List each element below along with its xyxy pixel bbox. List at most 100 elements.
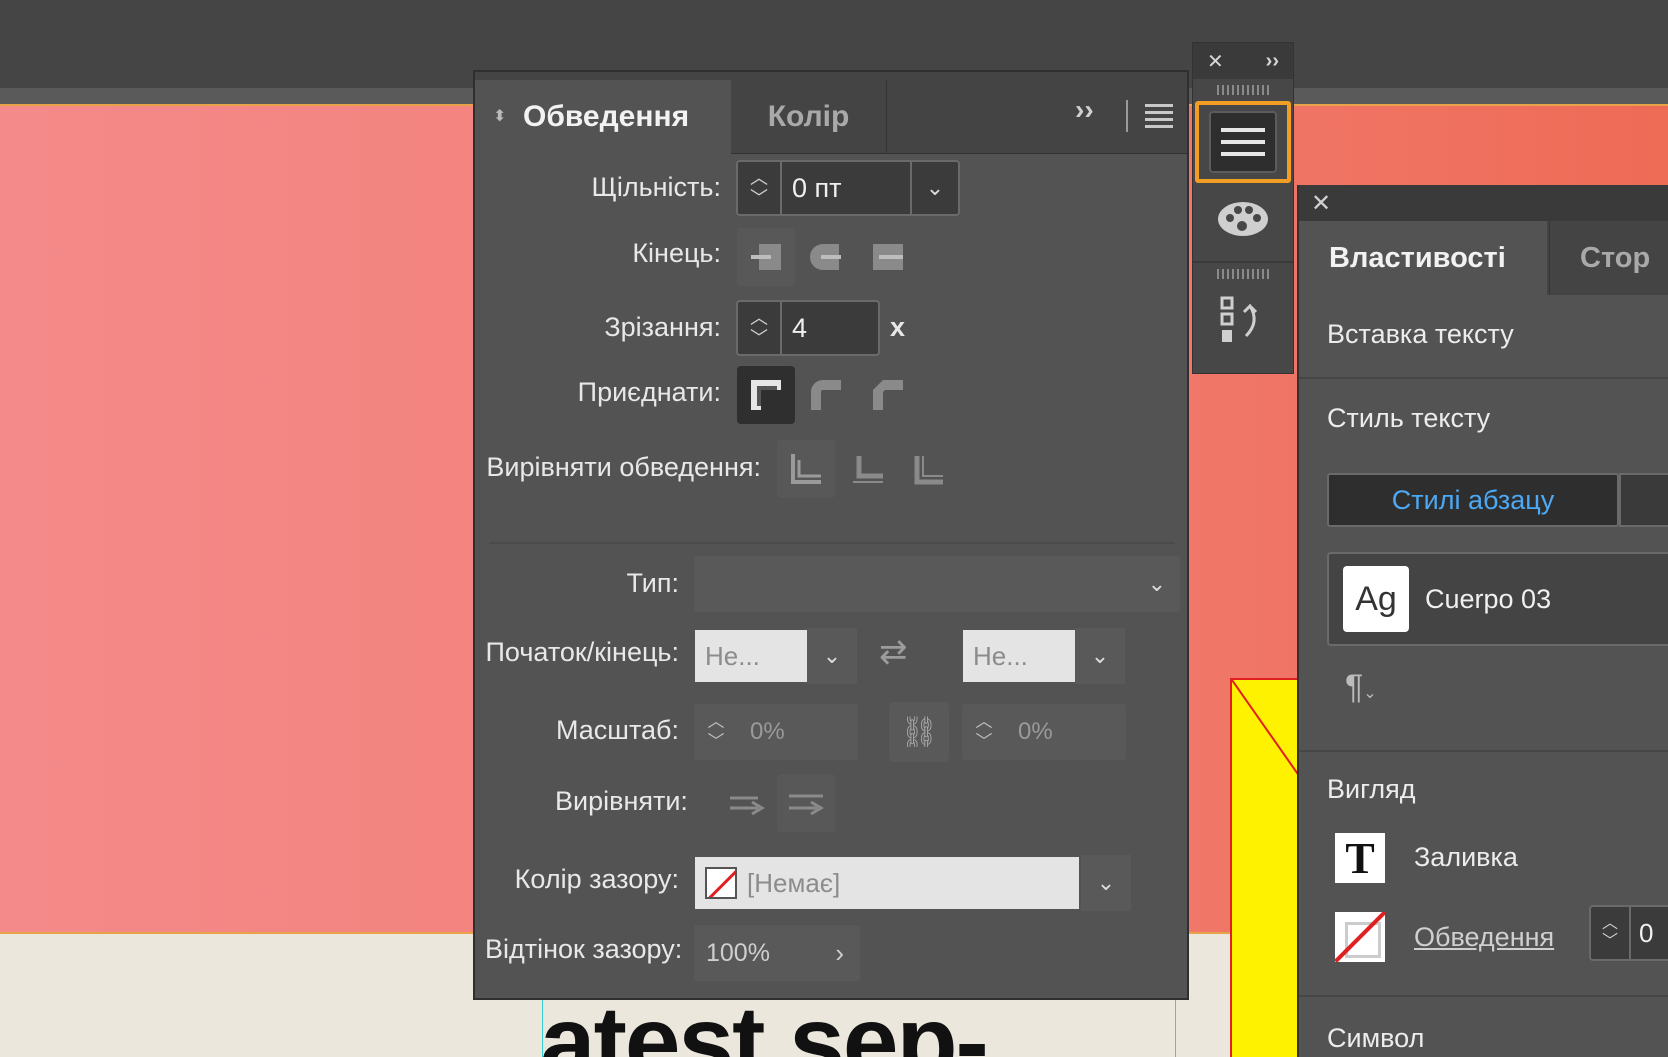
start-select[interactable]: Не... ⌄ [695,628,857,684]
miter-join-button[interactable] [737,366,795,424]
double-chevron-right-icon[interactable]: ›› [1266,50,1279,73]
tab-color[interactable]: Колір [731,80,887,154]
start-scale-field[interactable]: ︿ ﹀ 0% [694,704,858,760]
cap-label: Кінець: [632,238,721,268]
tab-stroke-label: Обведення [523,100,690,133]
align-outside-icon [914,456,943,485]
type-select[interactable]: ⌄ [694,556,1180,612]
stroke-panel-tabbar: ⬍ Обведення Колір ›› [475,72,1187,154]
dock-grip[interactable] [1217,269,1269,279]
stroke-weight-stepper[interactable]: ︿ ﹀ [1591,907,1631,959]
stroke-link[interactable]: Обведення [1414,922,1554,953]
color-panel-button[interactable] [1195,183,1291,255]
collapse-toggle-icon[interactable]: ⬍ [493,109,513,125]
end-select[interactable]: Не... ⌄ [963,628,1125,684]
butt-cap-icon [751,244,781,270]
chevron-down-icon: ⌄ [1147,571,1166,596]
gap-tint-field[interactable]: 100% › [694,925,860,981]
chevron-down-icon[interactable]: ⌄ [1075,628,1125,684]
yellow-graphic-frame[interactable] [1230,678,1300,1057]
stroke-panel-button[interactable] [1195,101,1291,183]
close-icon[interactable]: ✕ [1311,189,1331,218]
history-icon [1220,296,1258,342]
projecting-cap-button[interactable] [859,228,917,286]
section-divider [1299,750,1668,752]
weight-field[interactable]: ︿ ﹀ 0 пт ⌄ [736,160,960,216]
tab-pages[interactable]: Стор [1549,221,1668,295]
section-divider [489,542,1175,544]
align-stroke-inside-button[interactable] [839,440,897,498]
close-icon[interactable]: ✕ [1207,49,1224,74]
start-scale-value[interactable]: 0% [738,718,785,746]
round-cap-icon [810,244,841,270]
align-arrowhead-tip-button[interactable] [718,774,776,832]
end-scale-field[interactable]: ︿ ﹀ 0% [962,704,1126,760]
round-join-button[interactable] [797,366,855,424]
align-stroke-label: Вирівняти обведення: [486,452,761,482]
round-join-icon [811,380,841,410]
bevel-join-icon [873,380,903,410]
chevron-right-icon[interactable]: › [835,938,844,969]
chevron-down-icon[interactable]: ⌄ [910,162,958,214]
character-styles-button[interactable] [1619,473,1668,527]
history-panel-button[interactable] [1195,285,1291,357]
chevron-down-icon[interactable]: ⌄ [807,628,857,684]
chevron-down-icon[interactable]: ⌄ [1081,855,1131,911]
stroke-weight-value[interactable]: 0 [1631,918,1653,949]
style-preview: Ag [1343,566,1409,632]
scale-label: Масштаб: [555,715,679,745]
arrow-tip-icon [730,796,765,816]
tab-stroke[interactable]: ⬍ Обведення [475,80,731,154]
gap-color-select[interactable]: [Немає] [695,857,1079,909]
stroke-panel: ⬍ Обведення Колір ›› Щільність: ︿ ﹀ 0 пт … [473,70,1189,1000]
miter-field[interactable]: ︿ ﹀ 4 [736,300,880,356]
projecting-cap-icon [873,244,903,270]
stroke-none-icon[interactable] [1335,912,1385,962]
end-scale-value[interactable]: 0% [1006,718,1053,746]
gap-color-value: [Немає] [747,867,841,898]
start-scale-stepper[interactable]: ︿ ﹀ [694,712,738,752]
paragraph-styles-button[interactable]: Стилі абзацу [1327,473,1619,527]
none-swatch-icon [705,867,737,899]
miter-label: Зрізання: [604,312,721,342]
stroke-weight-field[interactable]: ︿ ﹀ 0 [1589,905,1668,961]
miter-value[interactable]: 4 [782,313,878,344]
align-stroke-center-button[interactable] [777,440,835,498]
miter-stepper[interactable]: ︿ ﹀ [738,302,782,354]
align-label: Вирівняти: [555,786,688,816]
round-cap-button[interactable] [797,228,855,286]
weight-label: Щільність: [591,172,721,202]
double-chevron-right-icon[interactable]: ›› [1075,94,1094,126]
fill-text-icon[interactable]: T [1335,833,1385,883]
properties-panel-header: ✕ [1299,185,1668,221]
gap-color-label: Колір зазору: [514,864,679,894]
section-divider [1299,377,1668,379]
appearance-title: Вигляд [1327,774,1416,804]
gap-tint-value[interactable]: 100% [706,939,770,968]
character-title: Символ [1327,1023,1425,1053]
start-value[interactable]: Не... [695,630,807,682]
weight-value[interactable]: 0 пт [782,173,910,204]
start-end-label: Початок/кінець: [485,637,679,667]
end-value[interactable]: Не... [963,630,1075,682]
bevel-join-button[interactable] [859,366,917,424]
butt-cap-button[interactable] [737,228,795,286]
dock-header: ✕ ›› [1193,43,1293,79]
swap-arrows-icon[interactable]: ⇄ [879,632,908,672]
panel-menu-icon[interactable] [1145,104,1173,132]
tab-properties[interactable]: Властивості [1299,221,1547,295]
miter-join-icon [751,380,781,410]
align-stroke-outside-button[interactable] [899,440,957,498]
stroke-lines-icon [1209,111,1277,173]
section-divider [1299,995,1668,997]
link-chain-icon[interactable]: ⛓ [889,702,949,762]
join-label: Приєднати: [577,377,721,407]
end-scale-stepper[interactable]: ︿ ﹀ [962,712,1006,752]
current-style-chip[interactable]: Ag Cuerpo 03 [1327,552,1668,646]
align-arrowhead-end-button[interactable] [777,774,835,832]
pilcrow-icon[interactable]: ¶⌄ [1345,668,1377,707]
miter-suffix: x [890,312,906,342]
arrow-end-icon [789,794,824,816]
dock-grip[interactable] [1217,85,1269,95]
weight-stepper[interactable]: ︿ ﹀ [738,162,782,214]
